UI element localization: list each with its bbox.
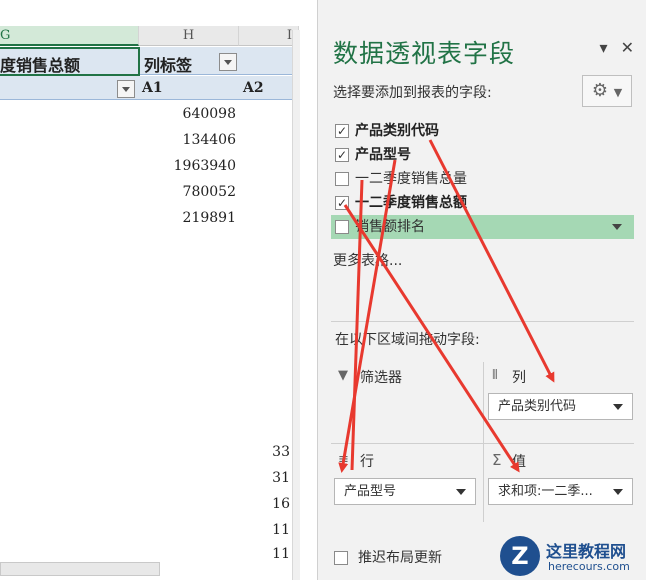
- columns-field-pill[interactable]: 产品类别代码: [488, 393, 633, 420]
- row-labels-filter-button[interactable]: [117, 80, 135, 98]
- defer-checkbox[interactable]: [334, 551, 348, 565]
- field-checkbox[interactable]: ✓: [335, 196, 349, 210]
- area-divider-horizontal: [331, 443, 634, 444]
- edge-value-cell[interactable]: 31: [240, 470, 290, 486]
- field-item-highlighted[interactable]: 销售额排名: [331, 215, 634, 239]
- field-checkbox[interactable]: ✓: [335, 148, 349, 162]
- area-divider-vertical: [483, 362, 484, 522]
- field-checkbox[interactable]: [335, 172, 349, 186]
- column-header-i[interactable]: I: [239, 26, 299, 46]
- choose-fields-label: 选择要添加到报表的字段:: [333, 85, 492, 101]
- tools-button[interactable]: ⚙ ▼: [582, 75, 632, 107]
- column-labels-filter-button[interactable]: [219, 53, 237, 71]
- field-label: 产品类别代码: [355, 123, 439, 139]
- chevron-down-icon[interactable]: [613, 404, 623, 410]
- site-watermark: Z 这里教程网 herecours.com: [496, 534, 646, 580]
- field-item[interactable]: ✓ 产品型号: [331, 143, 634, 167]
- value-cell[interactable]: 1963940: [140, 158, 236, 174]
- column-header-h[interactable]: H: [139, 26, 239, 46]
- edge-value-cell[interactable]: 16: [240, 496, 290, 512]
- field-list: ✓ 产品类别代码 ✓ 产品型号 一二季度销售总量 ✓ 一二季度销售总额 销售额排…: [331, 112, 634, 317]
- pivot-field-list-panel: 数据透视表字段 ▾ ✕ 选择要添加到报表的字段: ⚙ ▼ ✓ 产品类别代码 ✓ …: [317, 0, 646, 580]
- field-label: 产品型号: [355, 147, 411, 163]
- edge-value-cell[interactable]: 11: [240, 522, 290, 538]
- site-logo-icon: Z: [500, 536, 540, 576]
- rows-area-title: 行: [360, 454, 374, 470]
- values-field-pill[interactable]: 求和项:一二季...: [488, 478, 633, 505]
- values-area-title: 值: [512, 454, 526, 470]
- value-cell[interactable]: 640098: [140, 106, 236, 122]
- panel-title: 数据透视表字段: [333, 39, 516, 68]
- panel-options-dropdown-icon[interactable]: ▾: [599, 38, 607, 57]
- drag-fields-label: 在以下区域间拖动字段:: [335, 332, 480, 348]
- active-cell-outline: [0, 47, 140, 76]
- field-checkbox[interactable]: ✓: [335, 124, 349, 138]
- panel-controls: ▾ ✕: [591, 38, 634, 57]
- filters-area-title: 筛选器: [360, 370, 402, 386]
- rows-field-pill[interactable]: 产品型号: [334, 478, 476, 505]
- site-name: 这里教程网: [546, 542, 627, 561]
- close-icon[interactable]: ✕: [621, 38, 634, 57]
- column-labels-header[interactable]: 列标签: [144, 52, 192, 76]
- site-url: herecours.com: [548, 560, 630, 573]
- chevron-down-icon: ▼: [613, 86, 623, 99]
- subheader-a2: A2: [243, 80, 264, 96]
- columns-icon: ⦀: [492, 368, 498, 383]
- field-checkbox[interactable]: [335, 220, 349, 234]
- gear-icon: ⚙: [591, 80, 608, 101]
- field-item[interactable]: ✓ 产品类别代码: [331, 119, 634, 143]
- edge-value-cell[interactable]: 33: [240, 444, 290, 460]
- field-dropdown-icon[interactable]: [612, 224, 622, 230]
- chevron-down-icon[interactable]: [456, 489, 466, 495]
- columns-field-label: 产品类别代码: [498, 399, 577, 414]
- subheader-a1: A1: [142, 80, 163, 96]
- field-label: 一二季度销售总量: [355, 171, 467, 187]
- field-label: 销售额排名: [355, 219, 425, 235]
- rows-field-label: 产品型号: [344, 484, 397, 499]
- field-item[interactable]: ✓ 一二季度销售总额: [331, 191, 634, 215]
- chevron-down-icon[interactable]: [613, 489, 623, 495]
- column-header-g[interactable]: G: [0, 26, 139, 46]
- values-field-label: 求和项:一二季...: [498, 484, 593, 499]
- sigma-icon: Σ: [492, 451, 502, 469]
- defer-label: 推迟布局更新: [358, 550, 442, 566]
- vertical-scrollbar[interactable]: [292, 30, 300, 580]
- columns-area-title: 列: [512, 370, 526, 386]
- spreadsheet-area[interactable]: G H I 度销售总额 列标签 A1 A2 640098 134406 1963…: [0, 0, 300, 580]
- horizontal-scrollbar[interactable]: [0, 562, 160, 576]
- defer-layout-update[interactable]: 推迟布局更新: [334, 548, 442, 568]
- filter-icon: ▼: [338, 368, 348, 383]
- section-divider: [331, 321, 634, 322]
- edge-value-cell[interactable]: 11: [240, 546, 290, 562]
- value-cell[interactable]: 219891: [140, 210, 236, 226]
- value-cell[interactable]: 780052: [140, 184, 236, 200]
- value-cell[interactable]: 134406: [140, 132, 236, 148]
- more-tables-link[interactable]: 更多表格...: [333, 250, 402, 270]
- rows-icon: ≡: [338, 452, 349, 467]
- field-item[interactable]: 一二季度销售总量: [331, 167, 634, 191]
- field-label: 一二季度销售总额: [355, 195, 467, 211]
